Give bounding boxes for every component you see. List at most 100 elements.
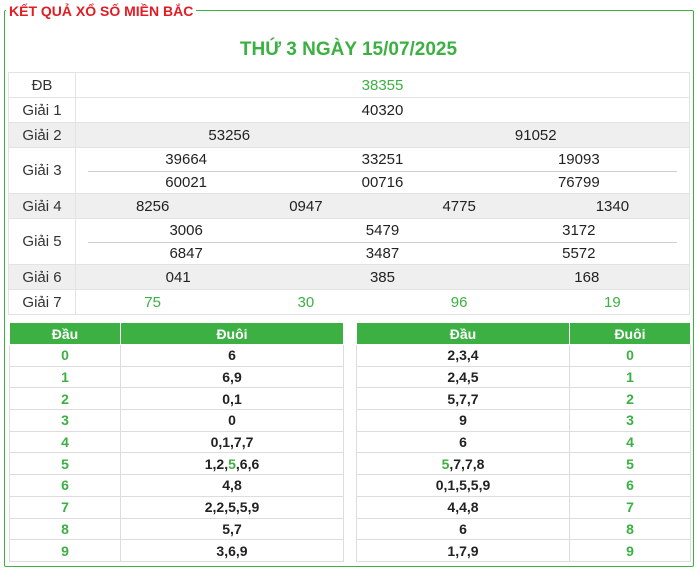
head-digit: 8 [9, 517, 121, 541]
row-g3: Giải 3 39664 33251 19093 60021 00716 767… [8, 147, 690, 194]
value-g5: 3172 [562, 222, 596, 239]
row-g1: Giải 1 40320 [8, 97, 690, 123]
head-digit: 3 [9, 409, 121, 432]
table-row: 64 [356, 430, 691, 454]
row-g7: Giải 7 75 30 96 19 [8, 289, 690, 315]
table-row: 7 2,2,5,5,9 [9, 495, 344, 519]
head-digit: 6 [9, 474, 121, 497]
column-header-head: Đầu [356, 322, 570, 345]
value-g1: 40320 [75, 97, 690, 123]
table-row: 06 [9, 344, 344, 367]
tail-values: 5,7 [120, 517, 344, 541]
head-digit: 4 [9, 430, 121, 454]
label-special: ĐB [8, 72, 76, 98]
tail-digit: 1 [569, 365, 691, 389]
head-digit: 9 [9, 539, 121, 562]
value-g7: 30 [297, 293, 315, 311]
tail-digit: 8 [569, 517, 691, 541]
table-row: 5,7,7,8 5 [356, 452, 691, 476]
value-g3: 60021 [165, 173, 208, 191]
tail-digit: 0 [569, 344, 691, 367]
tail-values: 2,2,5,5,9 [120, 495, 344, 519]
column-header-tail: Đuôi [569, 322, 691, 345]
tail-part: 1,2, [204, 455, 229, 472]
head-values: 2,4,5 [356, 365, 570, 389]
value-g7: 19 [604, 293, 621, 311]
results-table: ĐB 38355 Giải 1 40320 Giải 2 53256 91052… [8, 72, 690, 315]
table-header: Đầu Đuôi [356, 322, 691, 345]
row-special: ĐB 38355 [8, 72, 690, 98]
head-values: 4,4,8 [356, 495, 570, 519]
table-header: Đầu Đuôi [9, 322, 344, 345]
table-row: 9 3,6,9 [9, 539, 344, 562]
column-header-tail: Đuôi [120, 322, 344, 345]
table-row: 0,1,5,5,9 6 [356, 474, 691, 497]
table-row: 4 0,1,7,7 [9, 430, 344, 454]
head-values: 2,3,4 [356, 344, 570, 367]
head-values: 5,7,7,8 [356, 452, 570, 476]
table-row: 2,4,5 1 [356, 365, 691, 389]
value-g5: 3006 [169, 222, 203, 239]
label-g7: Giải 7 [8, 289, 76, 315]
tail-digit: 9 [569, 539, 691, 562]
tail-part: ,6,6 [235, 455, 260, 472]
tail-digit: 5 [569, 452, 691, 476]
head-part: ,7,7,8 [449, 455, 485, 472]
tail-values: 0 [120, 409, 344, 432]
value-g3: 33251 [361, 151, 404, 168]
label-g3: Giải 3 [8, 147, 76, 194]
value-g5: 5479 [365, 222, 400, 239]
head-values: 0,1,5,5,9 [356, 474, 570, 497]
table-row: 30 [9, 409, 344, 432]
table-row: 5,7,7 2 [356, 387, 691, 411]
head-digit: 1 [9, 365, 121, 389]
head-digit: 0 [9, 344, 121, 367]
label-g1: Giải 1 [8, 97, 76, 123]
tail-values: 3,6,9 [120, 539, 344, 562]
row-g2: Giải 2 53256 91052 [8, 122, 690, 148]
tail-digit: 7 [569, 495, 691, 519]
value-g2: 91052 [514, 126, 557, 144]
value-g7: 75 [144, 293, 161, 311]
value-g4: 4775 [442, 197, 476, 215]
value-g2: 53256 [208, 126, 251, 144]
value-g3: 76799 [557, 173, 600, 191]
tail-values: 0,1 [120, 387, 344, 411]
table-row: 68 [356, 517, 691, 541]
value-g3: 19093 [557, 151, 600, 168]
table-row: 5 1,2,5,6,6 [9, 452, 344, 476]
head-values: 6 [356, 517, 570, 541]
value-g6: 041 [165, 268, 191, 286]
value-g5: 3487 [365, 244, 400, 262]
row-g5: Giải 5 3006 5479 3172 6847 3487 5572 [8, 218, 690, 265]
value-g5: 6847 [169, 244, 203, 262]
value-g6: 385 [369, 268, 395, 286]
tail-values: 1,2,5,6,6 [120, 452, 344, 476]
tail-values: 6,9 [120, 365, 344, 389]
label-g5: Giải 5 [8, 218, 76, 265]
value-g4: 8256 [135, 197, 170, 215]
row-g4: Giải 4 8256 0947 4775 1340 [8, 193, 690, 219]
head-values: 9 [356, 409, 570, 432]
table-row: 2,3,4 0 [356, 344, 691, 367]
head-digit: 5 [9, 452, 121, 476]
table-row: 8 5,7 [9, 517, 344, 541]
loto-head-table: Đầu Đuôi 06 1 6,9 2 0,1 30 4 0,1,7,7 5 1,2,5… [9, 322, 344, 562]
value-g4: 1340 [595, 197, 630, 215]
tail-values: 4,8 [120, 474, 344, 497]
head-digit: 2 [9, 387, 121, 411]
table-row: 1 6,9 [9, 365, 344, 389]
tail-digit: 2 [569, 387, 691, 411]
value-g5: 5572 [562, 244, 596, 262]
frame-title: KẾT QUẢ XỔ SỐ MIỀN BẮC [6, 3, 197, 19]
value-g3: 39664 [165, 151, 208, 168]
value-special: 38355 [75, 72, 690, 98]
head-values: 5,7,7 [356, 387, 570, 411]
column-header-head: Đầu [9, 322, 121, 345]
value-g3: 00716 [361, 173, 404, 191]
label-g4: Giải 4 [8, 193, 76, 219]
table-row: 4,4,8 7 [356, 495, 691, 519]
label-g6: Giải 6 [8, 264, 76, 290]
tail-digit: 3 [569, 409, 691, 432]
date-title: THỨ 3 NGÀY 15/07/2025 [239, 39, 458, 60]
